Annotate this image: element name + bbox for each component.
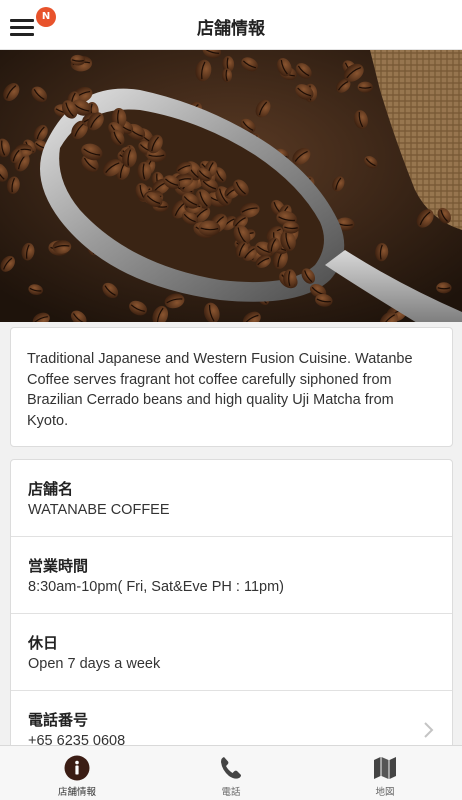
- phone-icon: [221, 757, 241, 779]
- tab-label: 地図: [375, 787, 395, 798]
- coffee-bean: [283, 269, 297, 288]
- info-value: Open 7 days a week: [28, 656, 161, 672]
- info-label: 電話番号: [28, 711, 89, 729]
- app-header: N 店舗情報: [0, 0, 462, 50]
- chevron-right-icon: [424, 722, 434, 738]
- info-value: WATANABE COFFEE: [28, 502, 170, 518]
- info-label: 営業時間: [28, 557, 89, 575]
- tab-map[interactable]: 地図: [308, 746, 462, 800]
- tab-store-info[interactable]: 店舗情報: [0, 746, 154, 800]
- info-value: 8:30am-10pm( Fri, Sat&Eve PH : 11pm): [28, 579, 284, 595]
- store-info-card: 店舗名 WATANABE COFFEE 営業時間 8:30am-10pm( Fr…: [10, 459, 453, 759]
- bottom-tab-bar: 店舗情報 電話 地図: [0, 745, 462, 800]
- description-card: Traditional Japanese and Western Fusion …: [10, 327, 453, 447]
- tab-phone[interactable]: 電話: [154, 746, 308, 800]
- info-row-store-name: 店舗名 WATANABE COFFEE: [11, 460, 452, 537]
- store-description: Traditional Japanese and Western Fusion …: [27, 351, 413, 429]
- info-icon: [64, 755, 90, 781]
- tab-label: 電話: [221, 787, 241, 798]
- tab-label: 店舗情報: [57, 787, 96, 798]
- hero-image: [0, 50, 462, 322]
- info-row-holidays: 休日 Open 7 days a week: [11, 614, 452, 691]
- info-label: 店舗名: [28, 480, 74, 498]
- info-row-business-hours: 営業時間 8:30am-10pm( Fri, Sat&Eve PH : 11pm…: [11, 537, 452, 614]
- page-title: 店舗情報: [197, 19, 265, 39]
- info-label: 休日: [28, 634, 59, 652]
- map-icon: [374, 757, 396, 779]
- coffee-bean: [357, 81, 373, 93]
- coffee-beans-photo: [0, 50, 462, 322]
